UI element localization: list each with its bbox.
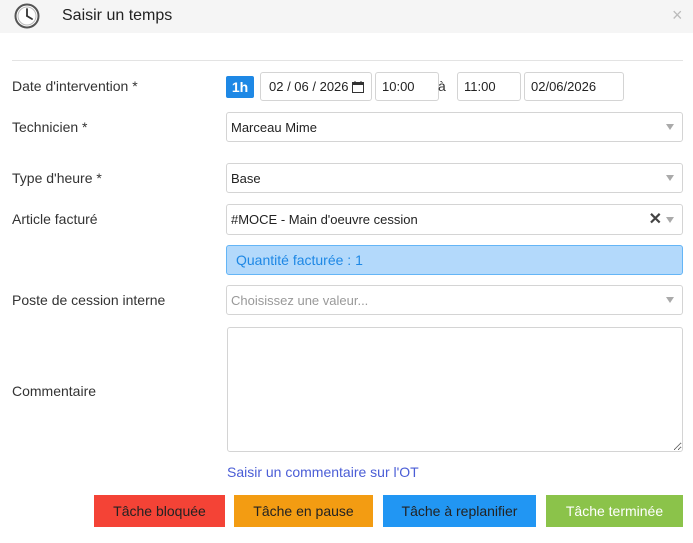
article-select[interactable]: #MOCE - Main d'oeuvre cession ✕ [226,204,683,235]
quantity-info: Quantité facturée : 1 [226,245,683,275]
type-heure-label: Type d'heure * [12,170,102,186]
poste-placeholder: Choisissez une valeur... [231,292,369,308]
task-done-button[interactable]: Tâche terminée [546,495,683,527]
poste-select[interactable]: Choisissez une valeur... [226,285,683,315]
chevron-down-icon [666,216,674,223]
time-separator: à [438,78,446,94]
chevron-down-icon [666,175,674,181]
technicien-label: Technicien * [12,119,88,135]
end-date-value: 02/06/2026 [531,79,597,94]
technicien-value: Marceau Mime [231,119,317,135]
type-heure-value: Base [231,170,261,186]
modal-header: Saisir un temps × [0,0,693,33]
date-value: 02 / 06 / 2026 [269,79,349,94]
poste-label: Poste de cession interne [12,292,166,308]
type-heure-select[interactable]: Base [226,163,683,193]
duration-badge[interactable]: 1h [226,76,254,98]
commentaire-label: Commentaire [12,383,97,399]
calendar-icon[interactable] [352,81,364,93]
article-value: #MOCE - Main d'oeuvre cession [231,212,418,227]
clear-icon[interactable]: ✕ [649,211,662,229]
article-label: Article facturé [12,211,98,227]
chevron-down-icon [666,124,674,130]
date-input[interactable]: 02 / 06 / 2026 [260,72,372,101]
end-time-input[interactable]: 11:00 [457,72,521,101]
comment-ot-link[interactable]: Saisir un commentaire sur l'OT [227,464,419,480]
end-time-value: 11:00 [464,79,496,94]
task-paused-button[interactable]: Tâche en pause [234,495,373,527]
technicien-select[interactable]: Marceau Mime [226,112,683,142]
commentaire-textarea[interactable] [227,327,683,452]
task-blocked-button[interactable]: Tâche bloquée [94,495,225,527]
end-date-input[interactable]: 02/06/2026 [524,72,624,101]
chevron-down-icon [666,297,674,303]
header-divider [12,60,683,61]
start-time-value: 10:00 [382,79,415,94]
clock-icon [14,3,40,29]
modal-title: Saisir un temps [62,7,173,24]
close-icon[interactable]: × [672,6,683,24]
date-label: Date d'intervention * [12,78,138,94]
task-reschedule-button[interactable]: Tâche à replanifier [383,495,536,527]
start-time-input[interactable]: 10:00 [375,72,439,101]
